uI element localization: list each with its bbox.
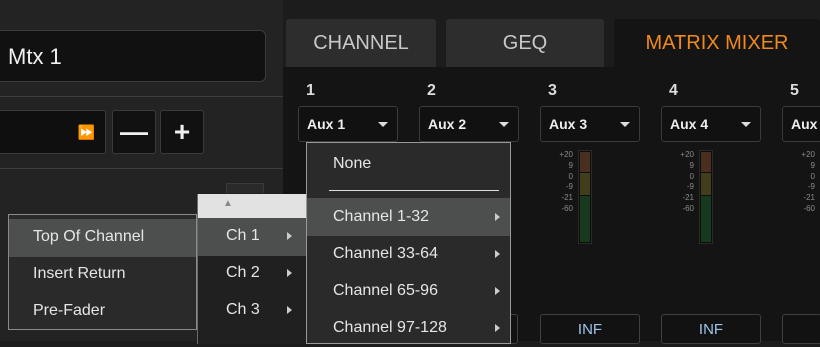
column-number: 2 <box>427 82 436 99</box>
submenu-arrow-icon <box>495 287 500 295</box>
menu-item-label: Channel 65-96 <box>333 282 438 299</box>
menu-divider <box>329 190 499 191</box>
submenu-arrow-icon <box>287 232 292 240</box>
column-number: 4 <box>669 82 678 99</box>
fader-inf-button[interactable]: INF <box>540 314 640 344</box>
tab-matrix-mixer[interactable]: MATRIX MIXER <box>614 19 820 67</box>
menu-item-label: Channel 33-64 <box>333 245 438 262</box>
menu-item-label: Ch 2 <box>226 264 260 281</box>
column-number: 5 <box>790 82 799 99</box>
submenu-arrow-icon <box>287 269 292 277</box>
menu-item-label: Channel 1-32 <box>333 208 430 225</box>
menu-item-channel-65-96[interactable]: Channel 65-96 <box>307 272 510 310</box>
menu-item-ch-3[interactable]: Ch 3 <box>198 292 306 330</box>
menu-item-none[interactable]: None <box>307 145 510 183</box>
menu-item-ch-1[interactable]: Ch 1 <box>198 218 306 256</box>
column-number: 3 <box>548 82 557 99</box>
level-meter <box>578 150 592 244</box>
menu-item-label: Ch 1 <box>226 227 260 244</box>
aux-select-5[interactable]: Aux <box>782 106 820 142</box>
menu-item-pre-fader[interactable]: Pre-Fader <box>9 293 196 331</box>
aux-select-4[interactable]: Aux 4 <box>661 106 761 142</box>
divider <box>0 96 283 97</box>
column-number: 1 <box>306 82 315 99</box>
channel-menu: ▲ Ch 1 Ch 2 Ch 3 <box>197 194 306 344</box>
submenu-arrow-icon <box>495 324 500 332</box>
fader-inf-button[interactable]: INF <box>661 314 761 344</box>
menu-item-label: Channel 97-128 <box>333 319 447 336</box>
plus-button[interactable]: + <box>160 110 204 154</box>
aux-label: Aux <box>791 116 818 132</box>
divider <box>0 168 283 169</box>
level-meter <box>699 150 713 244</box>
tab-channel[interactable]: CHANNEL <box>286 19 436 67</box>
meter-scale: +20 9 0 -9 -21 -60 <box>559 150 573 213</box>
menu-item-insert-return[interactable]: Insert Return <box>9 256 196 294</box>
caret-down-icon <box>378 122 388 127</box>
menu-item-label: Ch 3 <box>226 301 260 318</box>
aux-select-3[interactable]: Aux 3 <box>540 106 640 142</box>
small-panel-button[interactable] <box>226 183 264 193</box>
scroll-up-arrow-icon: ▲ <box>223 198 233 209</box>
aux-select-2[interactable]: Aux 2 <box>419 106 519 142</box>
aux-label: Aux 4 <box>670 116 709 132</box>
menu-item-channel-1-32[interactable]: Channel 1-32 <box>307 198 510 236</box>
submenu-arrow-icon <box>495 213 500 221</box>
matrix-name-field[interactable]: Mtx 1 <box>0 30 266 82</box>
submenu-arrow-icon <box>287 306 292 314</box>
menu-item-ch-2[interactable]: Ch 2 <box>198 255 306 293</box>
caret-down-icon <box>741 122 751 127</box>
meter-scale: +20 9 0 -9 -21 -60 <box>680 150 694 213</box>
menu-item-channel-97-128[interactable]: Channel 97-128 <box>307 309 510 347</box>
tab-geq[interactable]: GEQ <box>446 19 604 67</box>
scroll-up-button[interactable]: ▲ <box>198 194 306 218</box>
tap-point-menu: Top Of Channel Insert Return Pre-Fader <box>8 214 197 330</box>
aux-label: Aux 1 <box>307 116 346 132</box>
next-output-button[interactable]: ⏩ <box>0 110 106 154</box>
source-menu: None Channel 1-32 Channel 33-64 Channel … <box>306 142 511 344</box>
aux-label: Aux 2 <box>428 116 467 132</box>
fader-inf-button[interactable] <box>782 314 820 344</box>
minus-button[interactable]: — <box>112 110 156 154</box>
aux-select-1[interactable]: Aux 1 <box>298 106 398 142</box>
caret-down-icon <box>499 122 509 127</box>
aux-label: Aux 3 <box>549 116 588 132</box>
fast-forward-icon: ⏩ <box>77 124 95 140</box>
menu-item-top-of-channel[interactable]: Top Of Channel <box>9 219 196 257</box>
menu-item-channel-33-64[interactable]: Channel 33-64 <box>307 235 510 273</box>
meter-scale: +20 9 0 -9 -21 -60 <box>801 150 815 213</box>
caret-down-icon <box>620 122 630 127</box>
submenu-arrow-icon <box>495 250 500 258</box>
